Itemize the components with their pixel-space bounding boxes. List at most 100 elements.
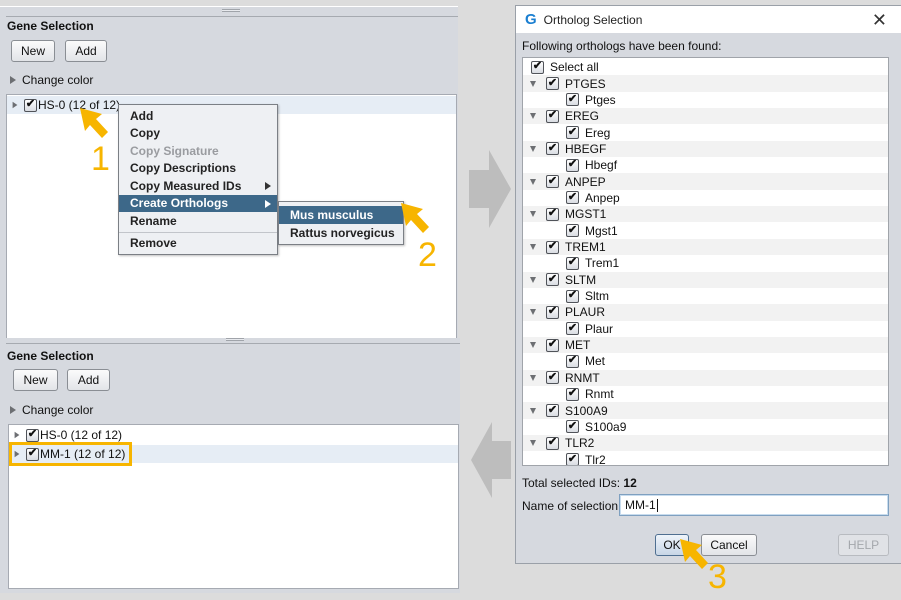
split-handle-bottom[interactable] [226, 338, 244, 341]
ortholog-child-row[interactable]: Met [523, 353, 888, 369]
ortholog-child-row[interactable]: Tlr2 [523, 451, 888, 465]
checkbox-icon[interactable] [566, 158, 579, 172]
checkbox-icon[interactable] [566, 126, 579, 140]
checkbox-icon[interactable] [566, 191, 579, 205]
ortholog-parent-row[interactable]: MET [523, 336, 888, 354]
human-gene-label: TREM1 [565, 240, 606, 255]
ortholog-child-row[interactable]: S100a9 [523, 419, 888, 435]
add-button[interactable]: Add [67, 369, 110, 391]
collapse-arrow-icon[interactable] [530, 211, 536, 218]
ortholog-parent-row[interactable]: RNMT [523, 369, 888, 386]
ortholog-parent-row[interactable]: S100A9 [523, 402, 888, 419]
checkbox-icon[interactable] [24, 98, 37, 112]
checkbox-icon[interactable] [566, 224, 579, 238]
checkbox-icon[interactable] [546, 338, 559, 352]
ortholog-parent-row[interactable]: ANPEP [523, 173, 888, 190]
ortholog-parent-row[interactable]: HBEGF [523, 140, 888, 158]
expand-arrow-icon [10, 406, 16, 414]
name-of-selection-input[interactable]: MM-1 [619, 494, 889, 516]
checkbox-icon[interactable] [26, 428, 39, 442]
dialog-intro: Following orthologs have been found: [522, 39, 722, 53]
checkbox-icon[interactable] [566, 93, 579, 107]
menu-item-remove[interactable]: Remove [119, 235, 277, 253]
checkbox-icon[interactable] [546, 436, 559, 450]
close-icon[interactable]: ✕ [872, 10, 887, 31]
checkbox-icon[interactable] [566, 354, 579, 368]
menu-item-create-orthologs[interactable]: Create Orthologs [119, 194, 277, 212]
collapse-arrow-icon[interactable] [530, 113, 536, 120]
checkbox-icon[interactable] [566, 387, 579, 401]
ortholog-child-row[interactable]: Plaur [523, 321, 888, 337]
menu-item-copy-measured-ids[interactable]: Copy Measured IDs [119, 177, 277, 195]
new-button[interactable]: New [11, 40, 55, 62]
add-button[interactable]: Add [65, 40, 107, 62]
ortholog-child-row[interactable]: Mgst1 [523, 223, 888, 239]
collapse-arrow-icon[interactable] [530, 407, 536, 414]
ortholog-child-row[interactable]: Ereg [523, 124, 888, 140]
collapse-arrow-icon[interactable] [530, 80, 536, 87]
human-gene-label: ANPEP [565, 174, 606, 189]
checkbox-icon[interactable] [546, 77, 559, 91]
change-color-expander[interactable]: Change color [10, 73, 93, 87]
ortholog-child-row[interactable]: Anpep [523, 190, 888, 206]
human-gene-label: HBEGF [565, 141, 607, 156]
submenu-item-rattus-norvegicus[interactable]: Rattus norvegicus [279, 224, 403, 242]
ortholog-child-row[interactable]: Sltm [523, 288, 888, 304]
checkbox-icon[interactable] [566, 322, 579, 336]
menu-item-copy-signature: Copy Signature [130, 143, 219, 158]
checkbox-icon[interactable] [546, 175, 559, 189]
ortholog-child-row[interactable]: Ptges [523, 92, 888, 108]
mouse-gene-label: Hbegf [585, 158, 618, 173]
new-button[interactable]: New [13, 369, 58, 391]
checkbox-icon[interactable] [546, 109, 559, 123]
ortholog-parent-row[interactable]: SLTM [523, 271, 888, 288]
collapse-arrow-icon[interactable] [530, 244, 536, 251]
checkbox-icon[interactable] [546, 371, 559, 385]
checkbox-icon[interactable] [566, 453, 579, 465]
collapse-arrow-icon[interactable] [530, 145, 536, 152]
split-handle-top[interactable] [222, 9, 240, 12]
checkbox-icon[interactable] [546, 240, 559, 254]
submenu-arrow-icon [265, 199, 271, 208]
orthologs-submenu: Mus musculus Rattus norvegicus [278, 201, 404, 245]
ortholog-parent-row[interactable]: PLAUR [523, 304, 888, 321]
menu-item-add[interactable]: Add [119, 107, 277, 125]
select-all-row[interactable]: Select all [523, 59, 888, 75]
human-gene-label: MGST1 [565, 207, 607, 222]
ortholog-parent-row[interactable]: TLR2 [523, 435, 888, 452]
menu-item-copy-descriptions[interactable]: Copy Descriptions [119, 160, 277, 178]
ortholog-child-row[interactable]: Rnmt [523, 386, 888, 402]
menu-item-rename[interactable]: Rename [119, 212, 277, 230]
checkbox-icon[interactable] [546, 142, 559, 156]
step-number-2: 2 [418, 236, 437, 274]
checkbox-icon[interactable] [566, 420, 579, 434]
collapse-arrow-icon[interactable] [530, 374, 536, 381]
checkbox-icon[interactable] [546, 207, 559, 221]
collapse-arrow-icon[interactable] [530, 309, 536, 316]
checkbox-icon[interactable] [566, 289, 579, 303]
collapse-arrow-icon[interactable] [530, 178, 536, 185]
checkbox-icon[interactable] [546, 404, 559, 418]
dialog-titlebar[interactable]: G Ortholog Selection ✕ [516, 6, 901, 33]
change-color-expander[interactable]: Change color [10, 403, 93, 417]
ortholog-child-row[interactable]: Hbegf [523, 157, 888, 173]
ortholog-parent-row[interactable]: EREG [523, 108, 888, 125]
dialog-title: Ortholog Selection [543, 12, 643, 27]
checkbox-icon[interactable] [546, 273, 559, 287]
collapse-arrow-icon[interactable] [530, 276, 536, 283]
expand-arrow-icon[interactable] [14, 431, 20, 439]
checkbox-icon[interactable] [531, 60, 544, 74]
mouse-gene-label: Rnmt [585, 387, 614, 402]
collapse-arrow-icon[interactable] [530, 342, 536, 349]
ortholog-parent-row[interactable]: MGST1 [523, 206, 888, 223]
menu-item-label: Create Orthologs [130, 196, 229, 211]
checkbox-icon[interactable] [566, 256, 579, 270]
expand-arrow-icon[interactable] [12, 101, 18, 109]
menu-item-copy[interactable]: Copy [119, 125, 277, 143]
ortholog-parent-row[interactable]: TREM1 [523, 238, 888, 256]
collapse-arrow-icon[interactable] [530, 440, 536, 447]
checkbox-icon[interactable] [546, 305, 559, 319]
ortholog-child-row[interactable]: Trem1 [523, 255, 888, 271]
submenu-item-mus-musculus[interactable]: Mus musculus [279, 206, 403, 224]
ortholog-parent-row[interactable]: PTGES [523, 75, 888, 92]
